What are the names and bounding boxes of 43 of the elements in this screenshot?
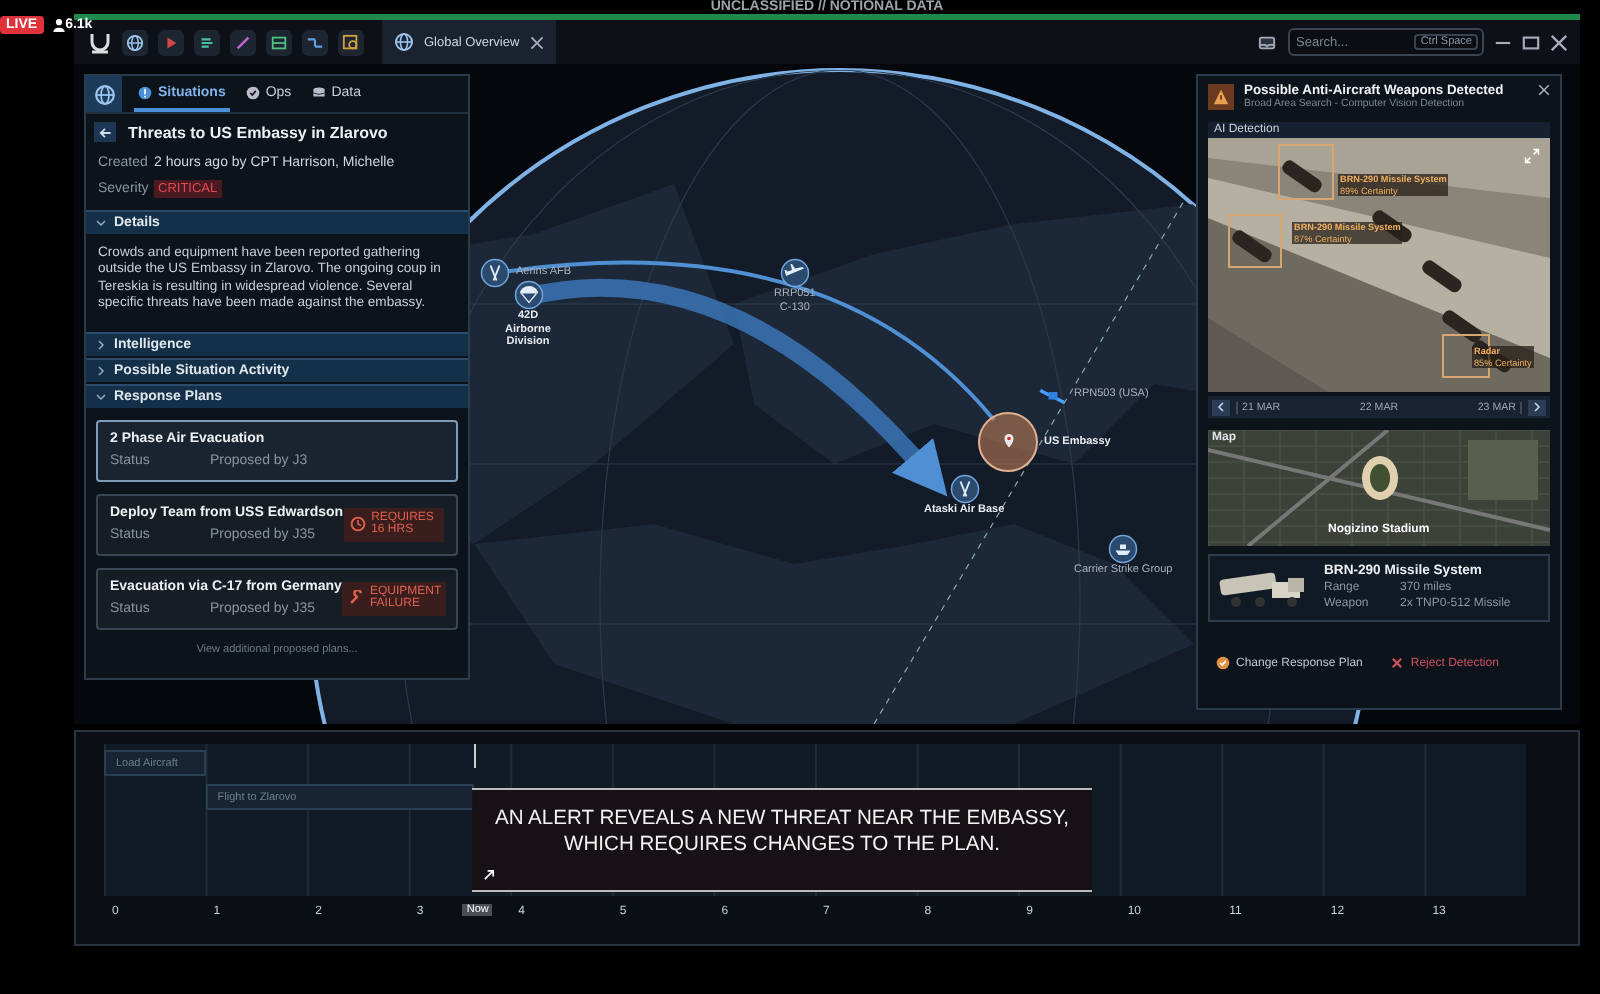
globe-icon [93, 83, 115, 105]
globe-icon [394, 32, 414, 52]
chevron-down-icon [96, 391, 106, 402]
parachute-icon[interactable] [513, 280, 543, 310]
check-icon [1216, 656, 1230, 670]
airplane-icon[interactable] [779, 258, 810, 288]
image-search-icon[interactable] [338, 29, 364, 55]
close-icon[interactable] [1538, 84, 1550, 96]
list-icon[interactable] [194, 29, 220, 55]
viewer-icon [51, 18, 66, 32]
runway-icon[interactable] [480, 258, 510, 288]
inbox-icon[interactable] [1256, 33, 1278, 51]
info-icon [138, 85, 152, 99]
runway-icon[interactable] [949, 474, 980, 504]
chevron-right-icon [96, 339, 106, 350]
globe-icon[interactable] [122, 29, 148, 55]
detection-box [1278, 144, 1334, 200]
arrow-icon [482, 868, 496, 882]
close-icon[interactable] [1550, 33, 1568, 51]
previous-button[interactable] [1212, 399, 1230, 415]
chevron-right-icon [96, 365, 106, 376]
check-icon [245, 85, 260, 99]
pencil-icon[interactable] [230, 29, 256, 55]
next-button[interactable] [1528, 399, 1546, 415]
close-icon [1390, 656, 1405, 670]
table-icon[interactable] [266, 29, 292, 55]
clock-icon [349, 516, 366, 533]
database-icon [311, 85, 326, 99]
caption-text: AN ALERT REVEALS A NEW THREAT NEAR THE EMBASSY, WHICH REQUIRES CHANGES TO THE PLAN. [492, 806, 1072, 860]
detection-box [1228, 214, 1282, 268]
flow-icon[interactable] [302, 29, 328, 55]
situation-title: Threats to US Embassy in Zlarovo [128, 123, 388, 141]
now-marker [474, 744, 477, 768]
chevron-down-icon [96, 218, 106, 228]
close-icon[interactable] [529, 35, 544, 49]
play-icon[interactable] [158, 29, 184, 55]
wrench-icon [347, 590, 364, 607]
globe-button[interactable] [86, 76, 122, 112]
ship-icon[interactable] [1108, 534, 1139, 564]
back-button[interactable] [94, 122, 116, 142]
warning-icon [1212, 88, 1230, 106]
logo-icon[interactable] [87, 30, 111, 54]
maximize-icon[interactable] [1522, 33, 1540, 51]
